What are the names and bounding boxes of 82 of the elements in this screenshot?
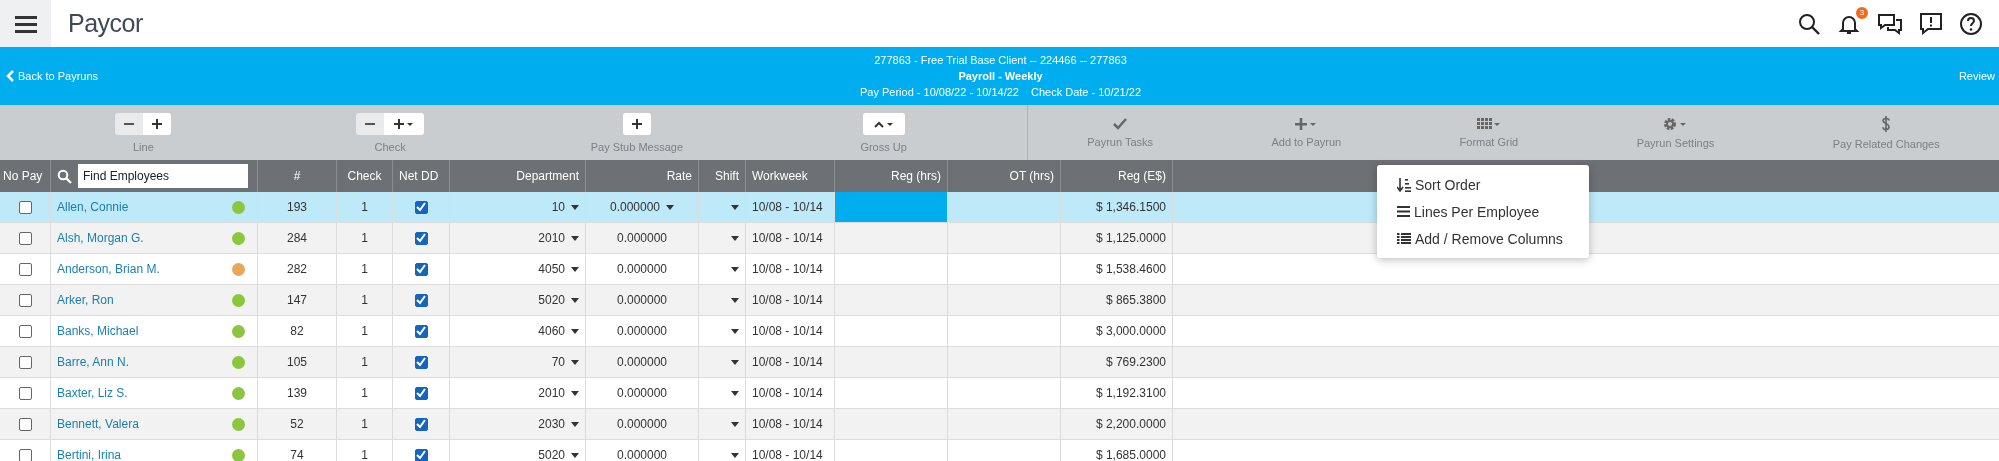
search-field[interactable]: Find Employees xyxy=(78,164,248,188)
pay-period: Pay Period - 10/08/22 - 10/14/22 xyxy=(859,85,1019,99)
payroll-title: Payroll - Weekly xyxy=(958,69,1043,83)
employee-link[interactable]: Baxter, Liz S. xyxy=(57,386,128,400)
table-cell: 10/08 - 10/14 xyxy=(752,386,823,400)
employee-link[interactable]: Anderson, Brian M. xyxy=(57,262,160,276)
table-row[interactable]: Barre, Ann N. 105 1 70 0.000000 10/08 - 10/14 $ 769.2300 xyxy=(0,347,1999,378)
table-cell: $ 1,125.0000 xyxy=(1095,231,1166,245)
table-cell: $ 1,192.3100 xyxy=(1095,386,1166,400)
department-dropdown[interactable]: 70 xyxy=(551,355,579,369)
employee-link[interactable]: Arker, Ron xyxy=(57,293,114,307)
department-dropdown[interactable]: 5020 xyxy=(538,293,579,307)
department-dropdown[interactable]: 2010 xyxy=(538,386,579,400)
table-cell: 282 xyxy=(287,262,307,276)
department-dropdown[interactable]: 4050 xyxy=(538,262,579,276)
table-cell: $ 1,538.4600 xyxy=(1095,262,1166,276)
table-cell: 0.000000 xyxy=(616,262,668,276)
table-cell: 1 xyxy=(361,417,368,431)
table-cell: 52 xyxy=(290,417,304,431)
logo: Paycor xyxy=(68,9,143,38)
table-row[interactable]: Banks, Michael 82 1 4060 0.000000 10/08 - 10/14 $ 3,000.0000 xyxy=(0,316,1999,347)
table-cell: 0.000000 xyxy=(616,293,668,307)
employee-link[interactable]: Bennett, Valera xyxy=(57,417,139,431)
department-dropdown[interactable]: 2010 xyxy=(538,231,579,245)
table-row[interactable]: Bennett, Valera 52 1 2030 0.000000 10/08 - 10/14 $ 2,200.0000 xyxy=(0,409,1999,440)
department-dropdown[interactable]: 5020 xyxy=(538,448,579,461)
employee-link[interactable]: Alsh, Morgan G. xyxy=(57,231,144,245)
table-cell: 82 xyxy=(290,324,304,338)
table-cell: 1 xyxy=(361,231,368,245)
table-cell: 1 xyxy=(361,324,368,338)
table-cell: 10/08 - 10/14 xyxy=(752,355,823,369)
table-cell: 10/08 - 10/14 xyxy=(752,293,823,307)
table-cell: $ 1,685.0000 xyxy=(1095,448,1166,461)
table-cell: 0.000000 xyxy=(616,417,668,431)
table-cell: 10/08 - 10/14 xyxy=(752,417,823,431)
department-dropdown[interactable]: 10 xyxy=(551,200,579,214)
table-cell: 10/08 - 10/14 xyxy=(752,262,823,276)
table-row[interactable]: Baxter, Liz S. 139 1 2010 0.000000 10/08 - 10/14 $ 1,192.3100 xyxy=(0,378,1999,409)
employee-link[interactable]: Allen, Connie xyxy=(57,200,129,214)
table-cell: 147 xyxy=(287,293,307,307)
toolbar-label: Pay Stub Message xyxy=(590,140,684,153)
notification-badge: 3 xyxy=(1856,6,1868,19)
table-cell: $ 769.2300 xyxy=(1105,355,1166,369)
check-date: Check Date - 10/21/22 xyxy=(1030,85,1142,99)
employee-link[interactable]: Bertini, Irina xyxy=(57,448,122,461)
department-dropdown[interactable]: 2030 xyxy=(538,417,579,431)
table-cell: 10/08 - 10/14 xyxy=(752,231,823,245)
table-cell: 1 xyxy=(361,448,368,461)
table-cell: 1 xyxy=(361,293,368,307)
department-dropdown[interactable]: 4060 xyxy=(538,324,579,338)
menu-item[interactable]: Lines Per Employee xyxy=(1377,198,1589,225)
table-row[interactable]: Anderson, Brian M. 282 1 4050 0.000000 10/08 - 10/14 $ 1,538.4600 xyxy=(0,254,1999,285)
table-cell: 105 xyxy=(287,355,307,369)
table-cell: 1 xyxy=(361,200,368,214)
table-cell: $ 1,346.1500 xyxy=(1095,200,1166,214)
table-cell: 1 xyxy=(361,386,368,400)
table-cell: 0.000000 xyxy=(616,355,668,369)
table-cell: $ 2,200.0000 xyxy=(1095,417,1166,431)
table-cell: 0.000000 xyxy=(616,448,668,461)
table-cell: 0.000000 xyxy=(616,324,668,338)
toolbar-label: Line xyxy=(132,140,154,153)
employee-link[interactable]: Banks, Michael xyxy=(57,324,139,338)
table-cell: 139 xyxy=(287,386,307,400)
table-cell: $ 865.3800 xyxy=(1105,293,1166,307)
table-cell: 0.000000 xyxy=(616,231,668,245)
table-cell: $ 3,000.0000 xyxy=(1095,324,1166,338)
menu-item[interactable]: Add / Remove Columns xyxy=(1377,225,1589,252)
table-cell: 74 xyxy=(290,448,304,461)
table-cell: 284 xyxy=(287,231,307,245)
table-cell: 1 xyxy=(361,355,368,369)
table-cell: 10/08 - 10/14 xyxy=(752,324,823,338)
table-cell: 193 xyxy=(287,200,307,214)
table-cell: 1 xyxy=(361,262,368,276)
table-cell: 0.000000 xyxy=(616,386,668,400)
rate-dropdown[interactable]: 0.000000 xyxy=(609,200,675,214)
toolbar-label: Check xyxy=(374,140,406,153)
table-row[interactable]: Arker, Ron 147 1 5020 0.000000 10/08 - 10/14 $ 865.3800 xyxy=(0,285,1999,316)
table-cell: 10/08 - 10/14 xyxy=(752,448,823,461)
employee-link[interactable]: Barre, Ann N. xyxy=(57,355,130,369)
toolbar-label: Gross Up xyxy=(860,140,907,153)
table-cell: 10/08 - 10/14 xyxy=(752,200,823,214)
client-info: 277863 - Free Trial Base Client -- 224466 -- 277863 xyxy=(874,53,1127,67)
